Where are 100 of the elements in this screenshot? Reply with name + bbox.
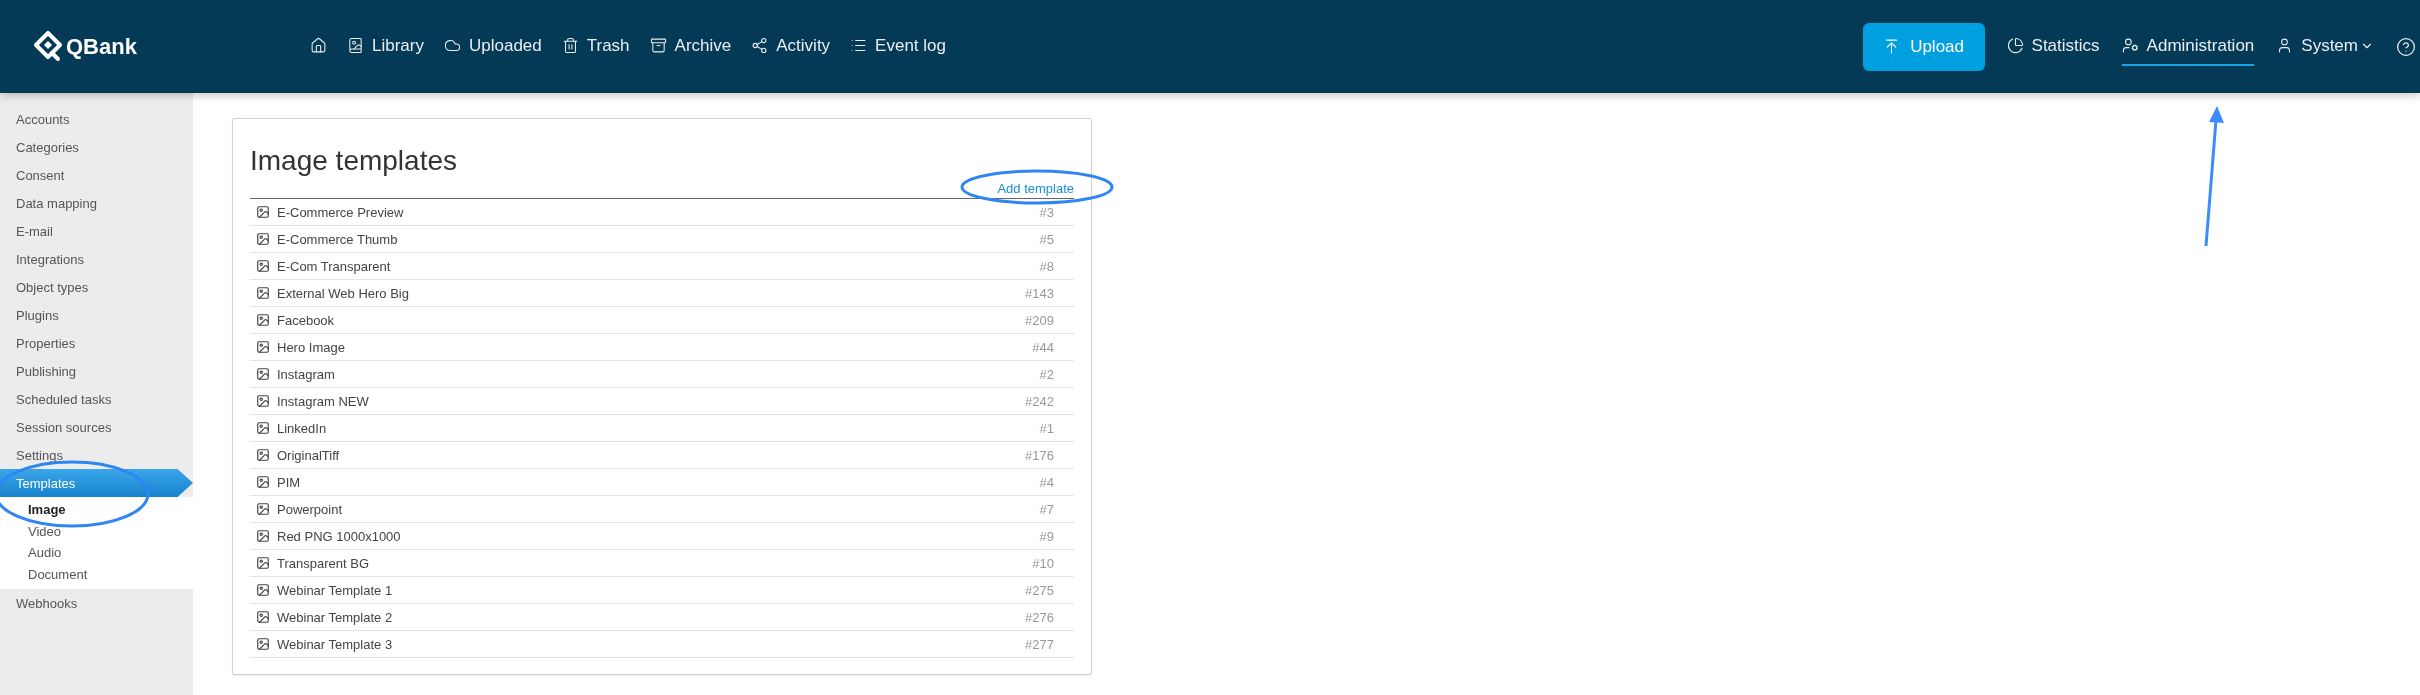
- template-row[interactable]: Powerpoint #7: [250, 496, 1074, 523]
- image-icon: [256, 448, 270, 462]
- template-id: #44: [1032, 339, 1054, 355]
- template-name: Powerpoint: [277, 501, 344, 517]
- submenu-item[interactable]: Image: [0, 499, 193, 521]
- sidebar-item[interactable]: Scheduled tasks: [0, 385, 193, 413]
- sidebar-item[interactable]: Consent: [0, 161, 193, 189]
- nodes-icon: [751, 37, 769, 54]
- logo-icon: [34, 30, 62, 63]
- template-row[interactable]: E-Com Transparent #8: [250, 253, 1074, 280]
- template-name: OriginalTiff: [277, 447, 341, 463]
- nav-link[interactable]: Trash: [561, 27, 630, 66]
- nav-link[interactable]: Library: [347, 27, 424, 66]
- nav-link[interactable]: System: [2276, 27, 2374, 66]
- sidebar-item[interactable]: Webhooks: [0, 589, 193, 617]
- book-icon: [347, 37, 364, 54]
- template-id: #5: [1039, 231, 1054, 247]
- template-id: #242: [1025, 393, 1054, 409]
- template-name: External Web Hero Big: [277, 285, 410, 301]
- template-row[interactable]: Webinar Template 3 #277: [250, 631, 1074, 658]
- template-id: #2: [1039, 366, 1054, 382]
- template-name: Webinar Template 2: [277, 609, 394, 625]
- nav-link[interactable]: Uploaded: [443, 27, 542, 66]
- template-id: #209: [1025, 312, 1054, 328]
- template-row[interactable]: Transparent BG #10: [250, 550, 1074, 577]
- template-row[interactable]: Webinar Template 2 #276: [250, 604, 1074, 631]
- template-row[interactable]: Webinar Template 1 #275: [250, 577, 1074, 604]
- template-id: #176: [1025, 447, 1054, 463]
- panel-title: Image templates: [250, 145, 458, 177]
- sidebar-item[interactable]: Categories: [0, 133, 193, 161]
- image-icon: [256, 367, 270, 381]
- sidebar-item[interactable]: Object types: [0, 273, 193, 301]
- template-name: E-Com Transparent: [277, 258, 392, 274]
- template-row[interactable]: Instagram NEW #242: [250, 388, 1074, 415]
- sidebar-item[interactable]: Accounts: [0, 105, 193, 133]
- template-row[interactable]: External Web Hero Big #143: [250, 280, 1074, 307]
- image-icon: [256, 232, 270, 246]
- template-name: E-Commerce Preview: [277, 204, 405, 220]
- nav-link[interactable]: Administration: [2121, 27, 2255, 66]
- template-id: #143: [1025, 285, 1054, 301]
- template-row[interactable]: Red PNG 1000x1000 #9: [250, 523, 1074, 550]
- sidebar-item[interactable]: Plugins: [0, 301, 193, 329]
- template-row[interactable]: LinkedIn #1: [250, 415, 1074, 442]
- template-name: E-Commerce Thumb: [277, 231, 399, 247]
- template-name: PIM: [277, 474, 302, 490]
- sidebar-item[interactable]: Properties: [0, 329, 193, 357]
- logo-text: QBank: [66, 33, 137, 60]
- image-icon: [256, 394, 270, 408]
- image-icon: [256, 583, 270, 597]
- sidebar-item[interactable]: Session sources: [0, 413, 193, 441]
- image-icon: [256, 610, 270, 624]
- template-name: Red PNG 1000x1000: [277, 528, 402, 544]
- template-row[interactable]: E-Commerce Thumb #5: [250, 226, 1074, 253]
- image-icon: [256, 475, 270, 489]
- template-row[interactable]: Facebook #209: [250, 307, 1074, 334]
- submenu-item[interactable]: Audio: [0, 542, 193, 564]
- image-icon: [256, 313, 270, 327]
- template-id: #10: [1032, 555, 1054, 571]
- template-id: #3: [1039, 204, 1054, 220]
- template-id: #277: [1025, 636, 1054, 652]
- image-icon: [256, 556, 270, 570]
- archive-box-icon: [649, 37, 667, 54]
- image-icon: [256, 205, 270, 219]
- nav-link[interactable]: Archive: [649, 27, 732, 66]
- template-row[interactable]: Hero Image #44: [250, 334, 1074, 361]
- help-icon[interactable]: [2396, 36, 2416, 57]
- image-icon: [256, 637, 270, 651]
- template-id: #275: [1025, 582, 1054, 598]
- template-row[interactable]: OriginalTiff #176: [250, 442, 1074, 469]
- template-id: #1: [1039, 420, 1054, 436]
- nav-link[interactable]: Activity: [751, 27, 831, 66]
- sidebar-item[interactable]: Integrations: [0, 245, 193, 273]
- image-icon: [256, 529, 270, 543]
- pie-chart-icon: [2006, 37, 2024, 54]
- sidebar-item[interactable]: Data mapping: [0, 189, 193, 217]
- sidebar-item[interactable]: E-mail: [0, 217, 193, 245]
- template-id: #9: [1039, 528, 1054, 544]
- template-row[interactable]: E-Commerce Preview #3: [250, 199, 1074, 226]
- sidebar-item[interactable]: Settings: [0, 441, 193, 469]
- nav-link[interactable]: Event log: [850, 27, 946, 66]
- trash-icon: [561, 37, 579, 54]
- template-id: #7: [1039, 501, 1054, 517]
- nav-link[interactable]: Statistics: [2006, 27, 2100, 66]
- image-icon: [256, 421, 270, 435]
- image-icon: [256, 340, 270, 354]
- submenu-item[interactable]: Video: [0, 520, 193, 542]
- template-id: #276: [1025, 609, 1054, 625]
- template-name: Hero Image: [277, 339, 346, 355]
- template-row[interactable]: PIM #4: [250, 469, 1074, 496]
- template-id: #8: [1039, 258, 1054, 274]
- template-row[interactable]: Instagram #2: [250, 361, 1074, 388]
- image-icon: [256, 286, 270, 300]
- submenu-item[interactable]: Document: [0, 563, 193, 585]
- template-name: Webinar Template 3: [277, 636, 394, 652]
- template-name: Instagram: [277, 366, 336, 382]
- list-icon: [850, 37, 868, 54]
- sidebar-item[interactable]: Publishing: [0, 357, 193, 385]
- user-gear-icon: [2121, 37, 2139, 54]
- cloud-icon: [443, 37, 461, 54]
- add-template-link[interactable]: Add template: [997, 181, 1074, 196]
